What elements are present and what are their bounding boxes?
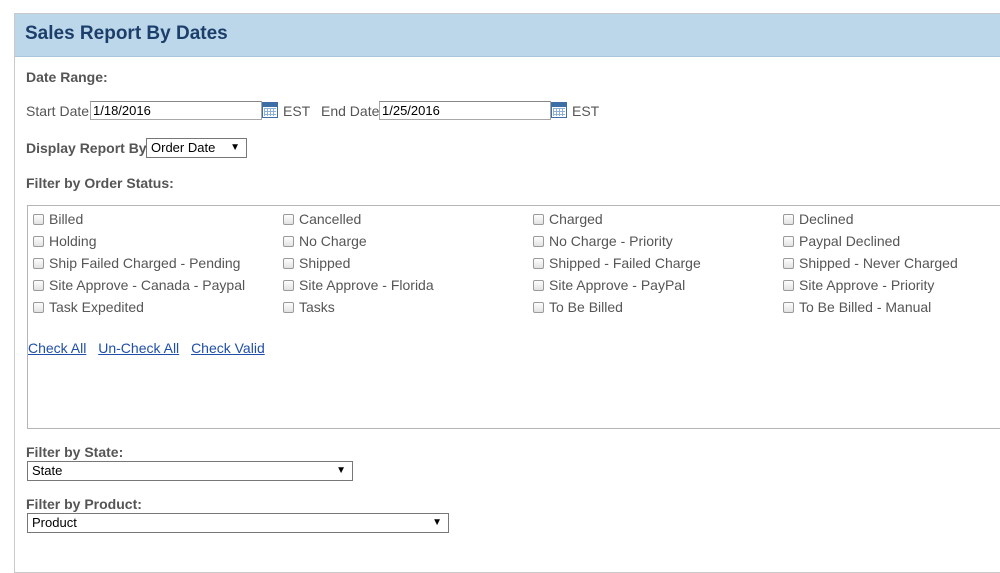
end-date-input[interactable]: 1/25/2016: [379, 101, 551, 120]
status-checkbox-item[interactable]: Declined: [783, 211, 853, 227]
status-checkbox-item[interactable]: Shipped - Failed Charge: [533, 255, 701, 271]
start-calendar-icon[interactable]: [262, 102, 278, 118]
checkbox[interactable]: [283, 258, 294, 269]
status-checkbox-item[interactable]: Site Approve - PayPal: [533, 277, 685, 293]
state-filter-label: Filter by State:: [26, 444, 124, 460]
checkbox[interactable]: [283, 214, 294, 225]
checkbox[interactable]: [533, 302, 544, 313]
checkbox[interactable]: [533, 236, 544, 247]
display-report-by-value: Order Date: [151, 140, 216, 155]
status-checkbox-item[interactable]: No Charge: [283, 233, 367, 249]
checkbox[interactable]: [533, 214, 544, 225]
status-checkbox-item[interactable]: Charged: [533, 211, 603, 227]
start-timezone: EST: [283, 103, 311, 119]
status-checkbox-item[interactable]: Ship Failed Charged - Pending: [33, 255, 240, 271]
display-report-by-label: Display Report By:: [26, 140, 152, 156]
display-report-by-select[interactable]: Order Date ▼: [146, 138, 247, 158]
checkbox[interactable]: [33, 280, 44, 291]
checkbox[interactable]: [783, 236, 794, 247]
checkbox[interactable]: [33, 258, 44, 269]
sales-report-panel: Sales Report By Dates Date Range: Start …: [14, 13, 1000, 573]
status-checkbox-item[interactable]: Site Approve - Priority: [783, 277, 934, 293]
checkbox[interactable]: [33, 302, 44, 313]
product-filter-label: Filter by Product:: [26, 496, 142, 512]
page-title: Sales Report By Dates: [25, 23, 228, 44]
state-select-value: State: [32, 463, 63, 478]
status-checkbox-item[interactable]: Cancelled: [283, 211, 361, 227]
dropdown-arrow-icon: ▼: [230, 142, 240, 153]
status-checkbox-item[interactable]: Billed: [33, 211, 83, 227]
uncheck-all-link[interactable]: Un-Check All: [98, 340, 179, 356]
product-select-value: Product: [32, 515, 77, 530]
status-checkbox-item[interactable]: Shipped: [283, 255, 350, 271]
status-checkbox-item[interactable]: Site Approve - Canada - Paypal: [33, 277, 245, 293]
date-range-label: Date Range:: [26, 69, 108, 85]
checkbox[interactable]: [783, 214, 794, 225]
status-checkbox-item[interactable]: Tasks: [283, 299, 335, 315]
checkbox[interactable]: [283, 236, 294, 247]
checkbox[interactable]: [33, 236, 44, 247]
status-checkbox-item[interactable]: To Be Billed: [533, 299, 623, 315]
check-all-link[interactable]: Check All: [28, 340, 86, 356]
checkbox[interactable]: [783, 302, 794, 313]
status-checkbox-item[interactable]: Site Approve - Florida: [283, 277, 434, 293]
status-checkbox-item[interactable]: No Charge - Priority: [533, 233, 673, 249]
status-checkbox-item[interactable]: Shipped - Never Charged: [783, 255, 958, 271]
checkbox[interactable]: [533, 280, 544, 291]
product-select[interactable]: Product ▼: [27, 513, 449, 533]
checkbox[interactable]: [33, 214, 44, 225]
dropdown-arrow-icon: ▼: [336, 465, 346, 476]
checkbox[interactable]: [283, 280, 294, 291]
end-calendar-icon[interactable]: [551, 102, 567, 118]
title-bar: Sales Report By Dates: [15, 14, 1000, 57]
status-checkbox-item[interactable]: Task Expedited: [33, 299, 144, 315]
start-date-label: Start Date: [26, 103, 90, 119]
dropdown-arrow-icon: ▼: [432, 517, 442, 528]
state-select[interactable]: State ▼: [27, 461, 353, 481]
status-checkbox-item[interactable]: Holding: [33, 233, 96, 249]
end-timezone: EST: [572, 103, 600, 119]
order-status-label: Filter by Order Status:: [26, 175, 174, 191]
check-links: Check All Un-Check All Check Valid: [28, 340, 273, 356]
checkbox[interactable]: [283, 302, 294, 313]
end-date-label: End Date: [321, 103, 380, 119]
order-status-box: Billed Cancelled Charged Declined Holdin…: [27, 205, 1000, 429]
checkbox[interactable]: [783, 280, 794, 291]
checkbox[interactable]: [783, 258, 794, 269]
check-valid-link[interactable]: Check Valid: [191, 340, 265, 356]
status-checkbox-item[interactable]: To Be Billed - Manual: [783, 299, 931, 315]
start-date-input[interactable]: 1/18/2016: [90, 101, 262, 120]
checkbox[interactable]: [533, 258, 544, 269]
status-checkbox-item[interactable]: Paypal Declined: [783, 233, 900, 249]
